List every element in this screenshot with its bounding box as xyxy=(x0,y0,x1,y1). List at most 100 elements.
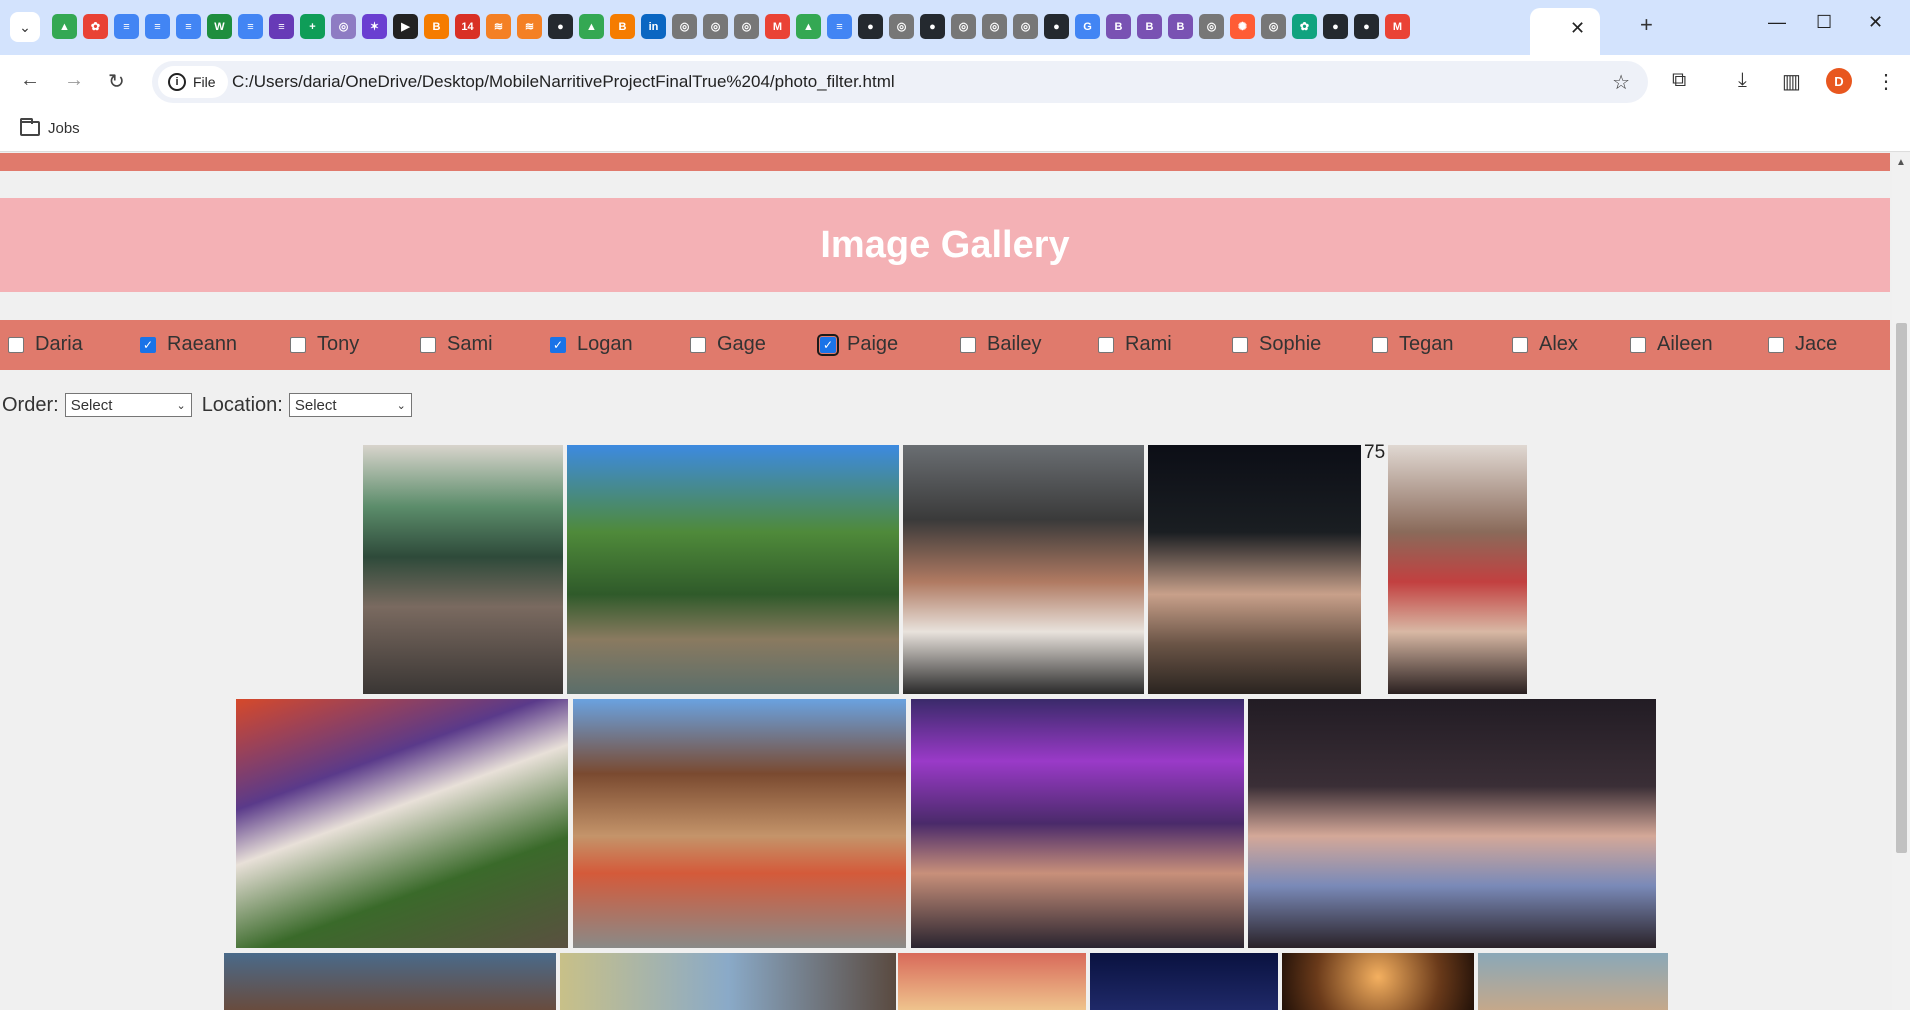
bookmark-star-icon[interactable]: ☆ xyxy=(1612,70,1630,95)
tab-github-icon[interactable]: ● xyxy=(858,14,883,39)
gallery-photo[interactable] xyxy=(1148,445,1361,694)
filter-checkbox-raeann[interactable]: ✓ Raeann xyxy=(140,333,237,356)
extensions-icon[interactable]: ⧉ xyxy=(1672,69,1686,92)
gallery-photo[interactable] xyxy=(224,953,556,1010)
tab-github-icon[interactable]: ● xyxy=(1323,14,1348,39)
tab-chatgpt-icon[interactable]: ✿ xyxy=(1292,14,1317,39)
tab-stack-icon[interactable]: ≋ xyxy=(486,14,511,39)
gallery-photo[interactable] xyxy=(567,445,899,694)
tab-w-icon[interactable]: W xyxy=(207,14,232,39)
url-text[interactable]: C:/Users/daria/OneDrive/Desktop/MobileNa… xyxy=(232,72,895,92)
address-bar[interactable]: i File C:/Users/daria/OneDrive/Desktop/M… xyxy=(152,61,1648,103)
gallery-photo[interactable] xyxy=(1478,953,1668,1010)
tab-search-icon[interactable]: ⌄ xyxy=(10,12,40,42)
tab-globe-icon[interactable]: ◎ xyxy=(982,14,1007,39)
minimize-icon[interactable]: — xyxy=(1768,12,1786,33)
tab-drive-icon[interactable]: ▲ xyxy=(796,14,821,39)
filter-checkbox-paige[interactable]: ✓ Paige xyxy=(817,333,898,356)
gallery-photo[interactable] xyxy=(363,445,563,694)
tab-globe-icon[interactable]: ◎ xyxy=(1261,14,1286,39)
gallery-photo[interactable] xyxy=(573,699,906,948)
gallery-photo[interactable] xyxy=(1388,445,1527,694)
tab-globe-icon[interactable]: ◎ xyxy=(703,14,728,39)
tab-github-icon[interactable]: ● xyxy=(548,14,573,39)
tab-bootstrap-icon[interactable]: B xyxy=(1168,14,1193,39)
scroll-up-icon[interactable]: ▲ xyxy=(1896,157,1906,168)
tab-bootstrap-icon[interactable]: B xyxy=(1137,14,1162,39)
tab-linkedin-icon[interactable]: in xyxy=(641,14,666,39)
checkbox[interactable] xyxy=(420,336,436,353)
tab-github-icon[interactable]: ● xyxy=(1044,14,1069,39)
filter-checkbox-logan[interactable]: ✓ Logan xyxy=(550,333,633,356)
order-select[interactable]: Select ⌄ xyxy=(64,393,192,417)
checkbox[interactable] xyxy=(1372,336,1388,353)
close-tab-icon[interactable]: ✕ xyxy=(1570,18,1585,39)
filter-checkbox-tony[interactable]: Tony xyxy=(290,333,359,356)
tab-star-icon[interactable]: ✶ xyxy=(362,14,387,39)
filter-checkbox-gage[interactable]: Gage xyxy=(690,333,766,356)
filter-checkbox-tegan[interactable]: Tegan xyxy=(1372,333,1454,356)
page-scrollbar[interactable]: ▲ xyxy=(1892,153,1910,1010)
reload-icon[interactable]: ↻ xyxy=(108,69,125,94)
checkbox[interactable] xyxy=(1768,336,1784,353)
tab-drive-icon[interactable]: ▲ xyxy=(52,14,77,39)
scroll-thumb[interactable] xyxy=(1896,323,1907,853)
tab-forms-icon[interactable]: ≡ xyxy=(269,14,294,39)
tab-globe-icon[interactable]: ◎ xyxy=(672,14,697,39)
gallery-photo[interactable] xyxy=(1248,699,1656,948)
tab-sheets-icon[interactable]: + xyxy=(300,14,325,39)
gallery-photo[interactable] xyxy=(903,445,1144,694)
checkbox[interactable] xyxy=(8,336,24,353)
download-icon[interactable]: ⤓ xyxy=(1738,69,1747,92)
active-tab[interactable]: ✕ xyxy=(1530,8,1600,55)
tab-globe-icon[interactable]: ◎ xyxy=(1199,14,1224,39)
checkbox[interactable] xyxy=(1512,336,1528,353)
tab-stack-icon[interactable]: ≋ xyxy=(517,14,542,39)
tab-badge-icon[interactable]: 14 xyxy=(455,14,480,39)
filter-checkbox-bailey[interactable]: Bailey xyxy=(960,333,1041,356)
menu-icon[interactable]: ⋮ xyxy=(1876,69,1896,94)
side-panel-icon[interactable]: ▥ xyxy=(1782,69,1801,94)
tab-globe-icon[interactable]: ◎ xyxy=(1013,14,1038,39)
checkbox[interactable]: ✓ xyxy=(550,336,566,353)
tab-bootstrap-icon[interactable]: B xyxy=(1106,14,1131,39)
filter-checkbox-jace[interactable]: Jace xyxy=(1768,333,1837,356)
filter-checkbox-aileen[interactable]: Aileen xyxy=(1630,333,1713,356)
tab-globe-icon[interactable]: ◎ xyxy=(734,14,759,39)
tab-globe-icon[interactable]: ◎ xyxy=(331,14,356,39)
filter-checkbox-sophie[interactable]: Sophie xyxy=(1232,333,1321,356)
tab-google-icon[interactable]: G xyxy=(1075,14,1100,39)
checkbox[interactable] xyxy=(690,336,706,353)
checkbox[interactable] xyxy=(290,336,306,353)
tab-docs-icon[interactable]: ≡ xyxy=(238,14,263,39)
gallery-photo[interactable] xyxy=(911,699,1244,948)
close-window-icon[interactable]: ✕ xyxy=(1868,12,1883,33)
checkbox[interactable]: ✓ xyxy=(817,333,839,356)
forward-icon[interactable]: → xyxy=(64,69,84,92)
maximize-icon[interactable]: ☐ xyxy=(1816,12,1832,33)
tab-docs-icon[interactable]: ≡ xyxy=(176,14,201,39)
gallery-photo[interactable] xyxy=(236,699,568,948)
profile-avatar[interactable]: D xyxy=(1826,68,1852,94)
filter-checkbox-sami[interactable]: Sami xyxy=(420,333,493,356)
tab-github-icon[interactable]: ● xyxy=(1354,14,1379,39)
tab-globe-icon[interactable]: ◎ xyxy=(951,14,976,39)
gallery-photo[interactable] xyxy=(1282,953,1474,1010)
checkbox[interactable] xyxy=(960,336,976,353)
new-tab-icon[interactable]: + xyxy=(1640,12,1653,38)
tab-globe-icon[interactable]: ◎ xyxy=(889,14,914,39)
checkbox[interactable] xyxy=(1630,336,1646,353)
location-select[interactable]: Select ⌄ xyxy=(288,393,412,417)
tab-b-icon[interactable]: B xyxy=(610,14,635,39)
gallery-photo[interactable] xyxy=(560,953,896,1010)
tab-docs-icon[interactable]: ≡ xyxy=(145,14,170,39)
tab-hubspot-icon[interactable]: ✺ xyxy=(1230,14,1255,39)
checkbox[interactable]: ✓ xyxy=(140,336,156,353)
filter-checkbox-daria[interactable]: Daria xyxy=(8,333,83,356)
back-icon[interactable]: ← xyxy=(20,69,40,92)
tab-play-icon[interactable]: ▶ xyxy=(393,14,418,39)
tab-gmail-icon[interactable]: M xyxy=(1385,14,1410,39)
gallery-photo[interactable] xyxy=(898,953,1086,1010)
tab-docs-icon[interactable]: ≡ xyxy=(114,14,139,39)
bookmark-folder-jobs[interactable]: Jobs xyxy=(20,118,80,137)
